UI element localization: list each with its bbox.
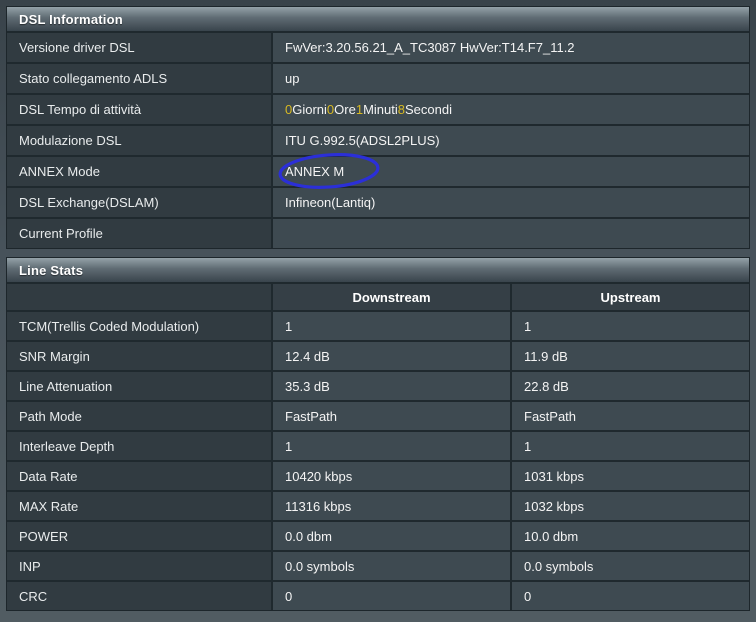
row-value-adsl-link-status: up bbox=[273, 64, 749, 93]
table-row: DSL Exchange(DSLAM) Infineon(Lantiq) bbox=[7, 188, 749, 217]
tcm-downstream: 1 bbox=[273, 312, 510, 340]
row-label: DSL Tempo di attività bbox=[7, 95, 271, 124]
power-upstream: 10.0 dbm bbox=[512, 522, 749, 550]
uptime-days-label: Giorni bbox=[292, 102, 327, 117]
table-row: Versione driver DSL FwVer:3.20.56.21_A_T… bbox=[7, 33, 749, 62]
column-header-downstream: Downstream bbox=[273, 284, 510, 310]
row-label: Line Attenuation bbox=[7, 372, 271, 400]
row-label: Versione driver DSL bbox=[7, 33, 271, 62]
row-label: TCM(Trellis Coded Modulation) bbox=[7, 312, 271, 340]
row-label: Stato collegamento ADLS bbox=[7, 64, 271, 93]
snr-margin-upstream: 11.9 dB bbox=[512, 342, 749, 370]
max-rate-downstream: 11316 kbps bbox=[273, 492, 510, 520]
column-header-upstream: Upstream bbox=[512, 284, 749, 310]
row-label: MAX Rate bbox=[7, 492, 271, 520]
uptime-days-value: 0 bbox=[285, 102, 293, 117]
row-label: POWER bbox=[7, 522, 271, 550]
table-row: ANNEX Mode ANNEX M bbox=[7, 153, 749, 189]
uptime-hours-label: Ore bbox=[334, 102, 356, 117]
snr-margin-downstream: 12.4 dB bbox=[273, 342, 510, 370]
uptime-hours-value: 0 bbox=[326, 102, 335, 117]
path-mode-downstream: FastPath bbox=[273, 402, 510, 430]
row-value-dsl-uptime: 0 Giorni 0 Ore 1 Minuti 8 Secondi bbox=[273, 95, 749, 124]
crc-downstream: 0 bbox=[273, 582, 510, 610]
table-row: Interleave Depth 1 1 bbox=[7, 432, 749, 460]
column-header-empty bbox=[7, 284, 271, 310]
row-value-dsl-driver-version: FwVer:3.20.56.21_A_TC3087 HwVer:T14.F7_1… bbox=[273, 33, 749, 62]
line-attenuation-upstream: 22.8 dB bbox=[512, 372, 749, 400]
row-label: SNR Margin bbox=[7, 342, 271, 370]
uptime-seconds-label: Secondi bbox=[404, 102, 452, 117]
data-rate-downstream: 10420 kbps bbox=[273, 462, 510, 490]
dsl-information-header: DSL Information bbox=[7, 7, 749, 31]
section-title: DSL Information bbox=[19, 11, 123, 27]
line-attenuation-downstream: 35.3 dB bbox=[273, 372, 510, 400]
path-mode-upstream: FastPath bbox=[512, 402, 749, 430]
inp-upstream: 0.0 symbols bbox=[512, 552, 749, 580]
interleave-depth-downstream: 1 bbox=[273, 432, 510, 460]
row-label: Data Rate bbox=[7, 462, 271, 490]
table-row: DSL Tempo di attività 0 Giorni 0 Ore 1 M… bbox=[7, 95, 749, 124]
section-title: Line Stats bbox=[19, 262, 84, 278]
table-row: Current Profile bbox=[7, 219, 749, 248]
row-label: Interleave Depth bbox=[7, 432, 271, 460]
row-value-annex-mode: ANNEX M bbox=[273, 153, 749, 189]
table-row: TCM(Trellis Coded Modulation) 1 1 bbox=[7, 312, 749, 340]
annex-mode-value: ANNEX M bbox=[285, 164, 345, 179]
max-rate-upstream: 1032 kbps bbox=[512, 492, 749, 520]
row-label: Path Mode bbox=[7, 402, 271, 430]
column-header-row: Downstream Upstream bbox=[7, 284, 749, 310]
row-label: DSL Exchange(DSLAM) bbox=[7, 188, 271, 217]
line-stats-section: Line Stats Downstream Upstream TCM(Trell… bbox=[6, 257, 750, 611]
row-value-dslam: Infineon(Lantiq) bbox=[273, 188, 749, 217]
table-row: INP 0.0 symbols 0.0 symbols bbox=[7, 552, 749, 580]
table-row: POWER 0.0 dbm 10.0 dbm bbox=[7, 522, 749, 550]
uptime-seconds-value: 8 bbox=[397, 102, 405, 117]
row-value-current-profile bbox=[273, 219, 749, 248]
crc-upstream: 0 bbox=[512, 582, 749, 610]
table-row: Line Attenuation 35.3 dB 22.8 dB bbox=[7, 372, 749, 400]
table-row: SNR Margin 12.4 dB 11.9 dB bbox=[7, 342, 749, 370]
table-row: Path Mode FastPath FastPath bbox=[7, 402, 749, 430]
uptime-minutes-label: Minuti bbox=[363, 102, 398, 117]
row-label: INP bbox=[7, 552, 271, 580]
row-label: Modulazione DSL bbox=[7, 126, 271, 155]
interleave-depth-upstream: 1 bbox=[512, 432, 749, 460]
table-row: MAX Rate 11316 kbps 1032 kbps bbox=[7, 492, 749, 520]
data-rate-upstream: 1031 kbps bbox=[512, 462, 749, 490]
dsl-information-section: DSL Information Versione driver DSL FwVe… bbox=[6, 6, 750, 249]
power-downstream: 0.0 dbm bbox=[273, 522, 510, 550]
table-row: CRC 0 0 bbox=[7, 582, 749, 610]
row-label: ANNEX Mode bbox=[7, 157, 271, 186]
table-row: Modulazione DSL ITU G.992.5(ADSL2PLUS) bbox=[7, 126, 749, 155]
row-value-dsl-modulation: ITU G.992.5(ADSL2PLUS) bbox=[273, 126, 749, 155]
row-label: Current Profile bbox=[7, 219, 271, 248]
row-label: CRC bbox=[7, 582, 271, 610]
line-stats-header: Line Stats bbox=[7, 258, 749, 282]
uptime-minutes-value: 1 bbox=[355, 102, 364, 117]
inp-downstream: 0.0 symbols bbox=[273, 552, 510, 580]
table-row: Stato collegamento ADLS up bbox=[7, 64, 749, 93]
tcm-upstream: 1 bbox=[512, 312, 749, 340]
table-row: Data Rate 10420 kbps 1031 kbps bbox=[7, 462, 749, 490]
